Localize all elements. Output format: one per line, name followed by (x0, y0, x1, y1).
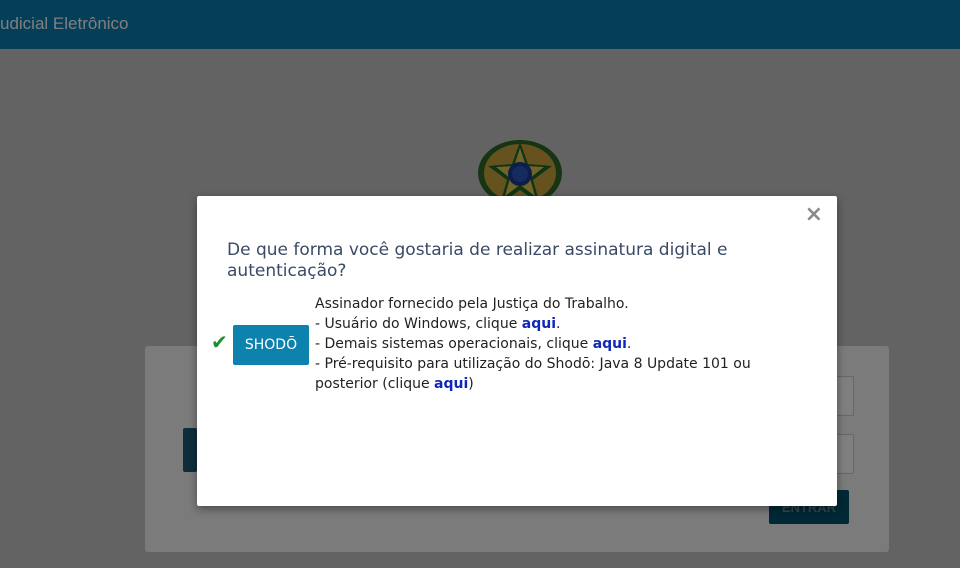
close-icon[interactable]: × (805, 204, 823, 226)
description-line-4: - Pré-requisito para utilização do Shodō… (315, 356, 751, 392)
modal-question: De que forma você gostaria de realizar a… (227, 240, 728, 281)
shodo-description: Assinador fornecido pela Justiça do Trab… (315, 294, 785, 394)
java-requirement-link[interactable]: aqui (434, 376, 468, 392)
other-os-download-link[interactable]: aqui (593, 336, 627, 352)
shodo-option: ✔ SHODŌ Assinador fornecido pela Justiça… (211, 294, 821, 404)
windows-download-link[interactable]: aqui (522, 316, 556, 332)
shodo-button[interactable]: SHODŌ (233, 325, 309, 365)
description-line-2: - Usuário do Windows, clique aqui. (315, 316, 561, 332)
signature-method-modal: × De que forma você gostaria de realizar… (197, 196, 837, 506)
checkmark-icon: ✔ (211, 330, 228, 354)
description-line-3: - Demais sistemas operacionais, clique a… (315, 336, 632, 352)
description-line-1: Assinador fornecido pela Justiça do Trab… (315, 296, 629, 312)
